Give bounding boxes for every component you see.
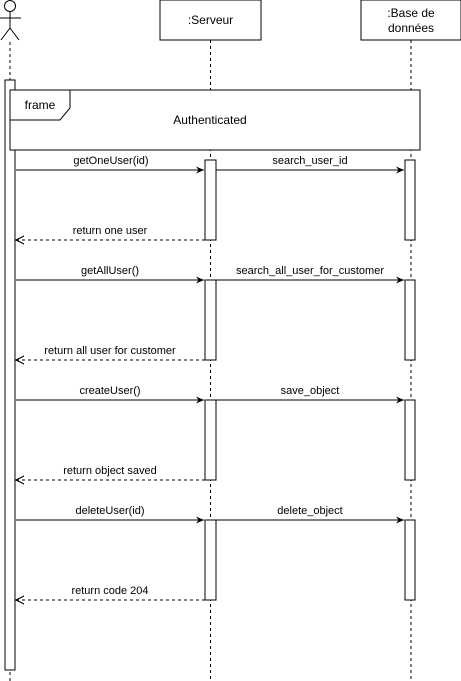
call-label: getOneUser(id) bbox=[73, 155, 148, 167]
reply-label: return object saved bbox=[63, 465, 157, 477]
database-activation-bar bbox=[404, 399, 416, 481]
call-label: createUser() bbox=[79, 385, 140, 397]
forward-label: delete_object bbox=[277, 505, 342, 517]
actor-activation-bar bbox=[4, 79, 16, 671]
reply-label: return one user bbox=[73, 225, 148, 237]
call-label: getAllUser() bbox=[81, 265, 139, 277]
forward-label: save_object bbox=[281, 385, 340, 397]
message-group-delete-user: deleteUser(id) delete_object return code… bbox=[16, 505, 416, 601]
authenticated-frame: frame Authenticated bbox=[9, 89, 421, 151]
message-group-get-one-user: getOneUser(id) search_user_id return one… bbox=[16, 155, 416, 241]
database-activation-bar bbox=[404, 279, 416, 361]
server-activation-bar bbox=[204, 159, 217, 241]
server-activation-bar bbox=[204, 519, 217, 601]
database-participant: :Base de données bbox=[360, 0, 461, 41]
database-activation-bar bbox=[404, 519, 416, 601]
message-group-create-user: createUser() save_object return object s… bbox=[16, 385, 416, 481]
sequence-diagram: :Serveur :Base de données frame Authenti… bbox=[0, 0, 461, 681]
frame-tag-label: frame bbox=[25, 98, 56, 112]
database-activation-bar bbox=[404, 159, 416, 241]
server-participant: :Serveur bbox=[159, 0, 262, 41]
forward-label: search_user_id bbox=[272, 155, 347, 167]
database-label-line2: données bbox=[388, 21, 434, 35]
frame-title: Authenticated bbox=[173, 113, 246, 127]
server-label: :Serveur bbox=[188, 13, 233, 27]
message-group-get-all-user: getAllUser() search_all_user_for_custome… bbox=[16, 265, 416, 361]
server-activation-bar bbox=[204, 279, 217, 361]
database-label-line1: :Base de bbox=[387, 6, 435, 20]
server-activation-bar bbox=[204, 399, 217, 481]
call-label: deleteUser(id) bbox=[75, 505, 144, 517]
reply-label: return code 204 bbox=[71, 585, 148, 597]
stick-figure-icon bbox=[0, 0, 21, 41]
actor-participant bbox=[0, 0, 21, 41]
forward-label: search_all_user_for_customer bbox=[236, 265, 384, 277]
reply-label: return all user for customer bbox=[44, 345, 176, 357]
